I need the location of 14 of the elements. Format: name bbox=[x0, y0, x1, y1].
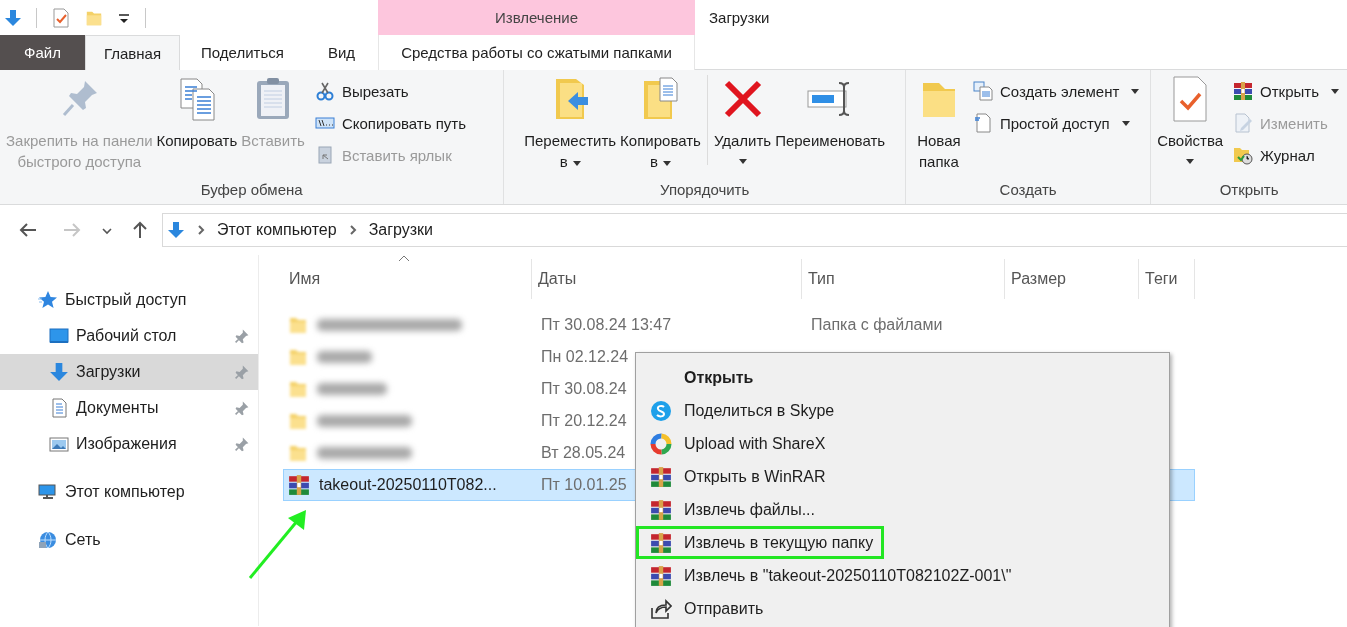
date-modified: Пн 02.12.24 bbox=[541, 348, 629, 365]
tab-group-label: Извлечение bbox=[378, 0, 695, 35]
window-title: Загрузки bbox=[708, 9, 770, 26]
date-modified: Пт 10.01.25 bbox=[541, 476, 627, 493]
ribbon-group-label: Создать bbox=[998, 180, 1058, 200]
date-modified: Пт 30.08.24 bbox=[541, 380, 627, 397]
file-type: Папка с файлами bbox=[811, 316, 943, 333]
date-modified: Пт 20.12.24 bbox=[541, 412, 627, 429]
ribbon-group-label: Открыть bbox=[1218, 180, 1280, 200]
ribbon-group-label: Упорядочить bbox=[659, 180, 751, 200]
date-modified: Вт 28.05.24 bbox=[541, 444, 626, 461]
file-name: takeout-20250110T082... bbox=[319, 476, 497, 494]
ribbon-group-label: Буфер обмена bbox=[199, 180, 304, 200]
date-modified: Пт 30.08.24 13:47 bbox=[541, 316, 672, 333]
